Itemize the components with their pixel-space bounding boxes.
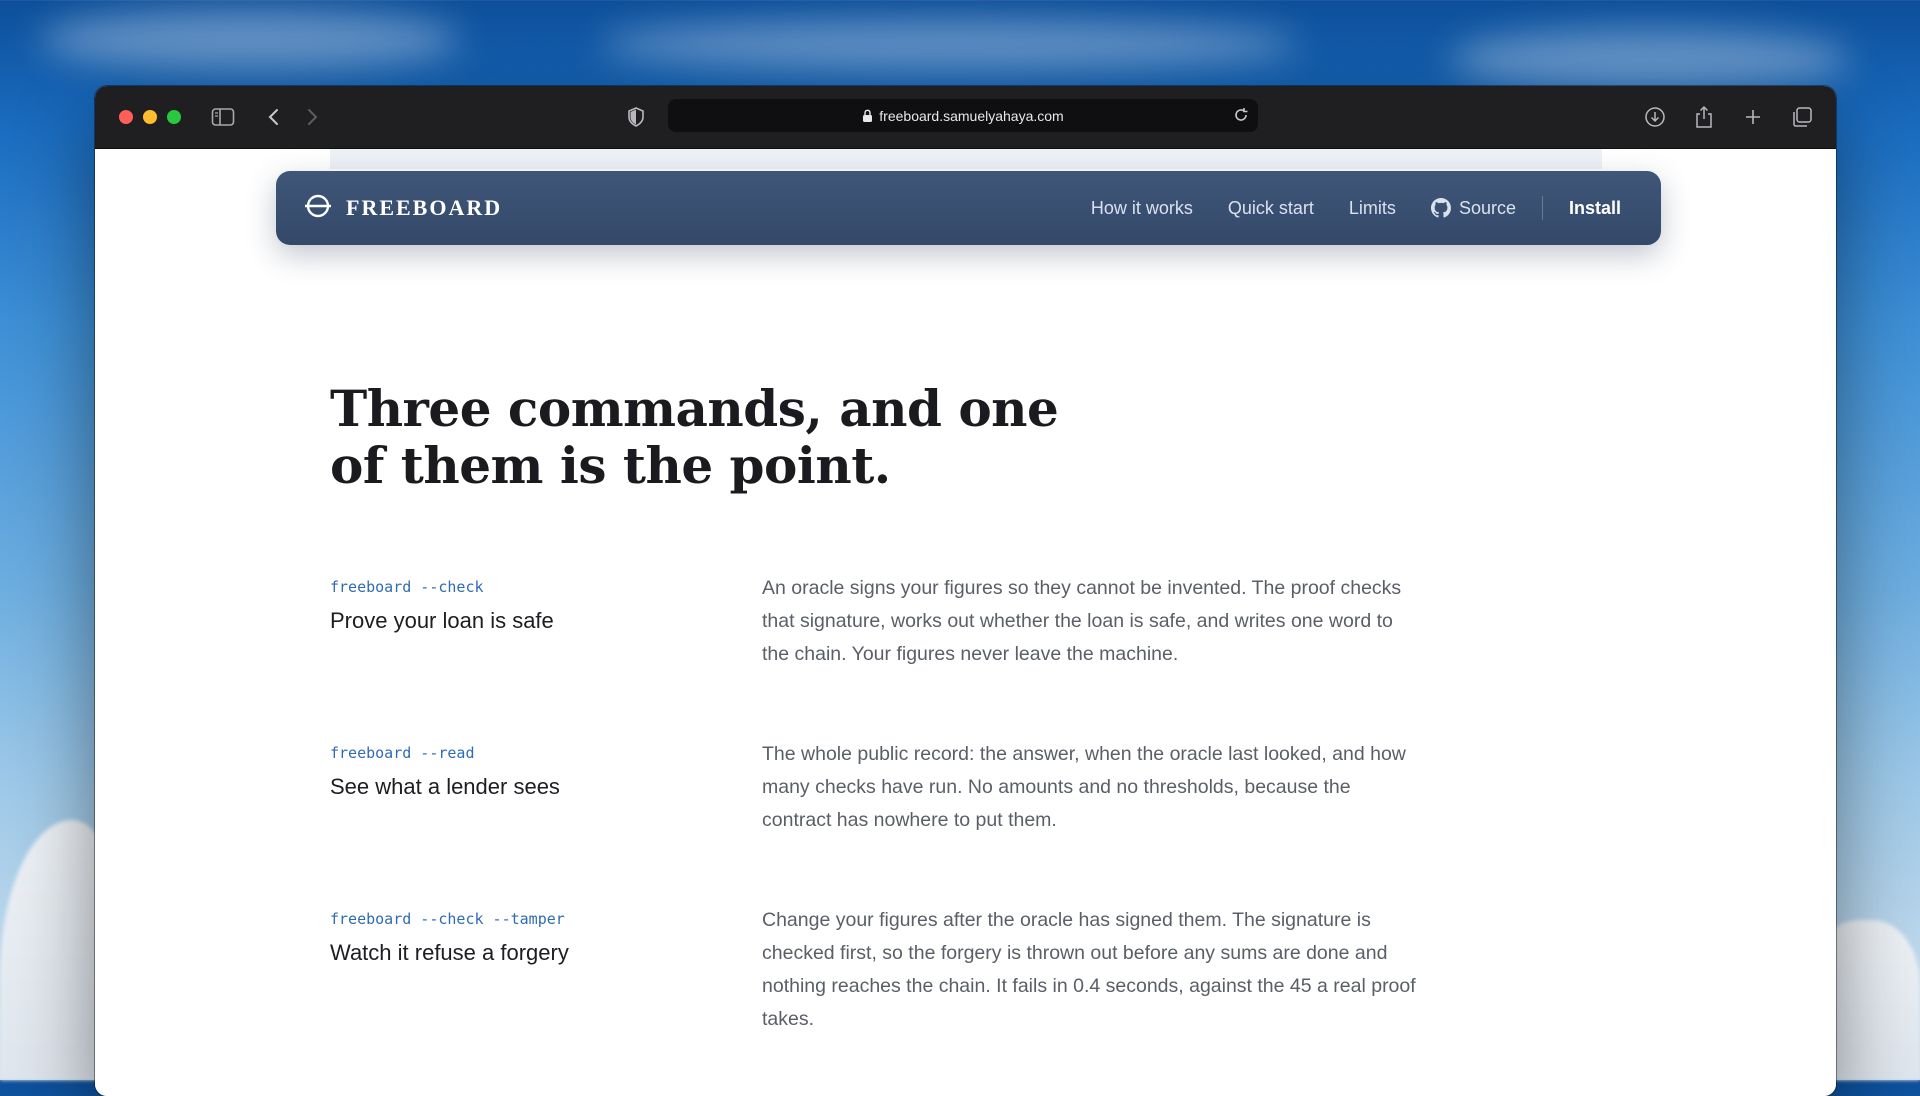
nav-link-source-label: Source [1458,197,1516,218]
command-code: freeboard --check [330,578,484,596]
command-description: An oracle signs your figures so they can… [762,577,1402,665]
nav-link-how-it-works[interactable]: How it works [1091,198,1193,219]
tabs-overview-icon[interactable] [1789,104,1815,130]
freeboard-logo-icon [304,192,332,225]
new-tab-icon[interactable] [1740,104,1766,130]
reload-icon[interactable] [1232,106,1250,127]
nav-link-limits[interactable]: Limits [1349,198,1396,219]
lock-icon [862,109,873,123]
command-title: See what a lender sees [330,774,560,799]
browser-window: freeboard.samuelyahaya.com FREEBOARD How… [95,86,1836,1096]
brand-name: FREEBOARD [346,195,503,220]
cloud [1450,30,1850,90]
page-top-fade [330,149,1602,169]
minimize-window-button[interactable] [143,110,157,124]
command-title: Watch it refuse a forgery [330,940,569,965]
address-bar[interactable]: freeboard.samuelyahaya.com [668,99,1258,132]
url-text: freeboard.samuelyahaya.com [879,107,1064,124]
share-icon[interactable] [1691,104,1717,130]
download-icon[interactable] [1642,104,1668,130]
page-title-line-2: of them is the point. [330,436,891,495]
back-icon[interactable] [261,104,287,130]
install-button[interactable]: Install [1569,198,1621,219]
site-navbar: FREEBOARD How it works Quick start Limit… [276,171,1661,245]
sidebar-icon[interactable] [210,104,236,130]
page-title: Three commands, and one of them is the p… [330,379,1059,495]
command-code: freeboard --check --tamper [330,910,565,928]
nav-links: How it works Quick start Limits Source I… [1056,171,1621,245]
command-description: Change your figures after the oracle has… [762,909,1416,1030]
zoom-window-button[interactable] [167,110,181,124]
nav-link-quick-start[interactable]: Quick start [1228,198,1314,219]
cloud [600,20,1300,70]
brand-logo-link[interactable]: FREEBOARD [304,171,502,245]
page-title-line-1: Three commands, and one [330,379,1059,438]
forward-icon[interactable] [299,104,325,130]
close-window-button[interactable] [119,110,133,124]
nav-divider [1541,196,1543,220]
web-page: FREEBOARD How it works Quick start Limit… [95,149,1836,1096]
command-code: freeboard --read [330,744,475,762]
github-icon [1430,198,1451,218]
command-description: The whole public record: the answer, whe… [762,743,1406,831]
command-title: Prove your loan is safe [330,608,554,633]
cloud [40,10,460,70]
shield-icon[interactable] [623,104,649,130]
browser-toolbar: freeboard.samuelyahaya.com [95,86,1836,149]
nav-link-source[interactable]: Source [1430,197,1516,219]
